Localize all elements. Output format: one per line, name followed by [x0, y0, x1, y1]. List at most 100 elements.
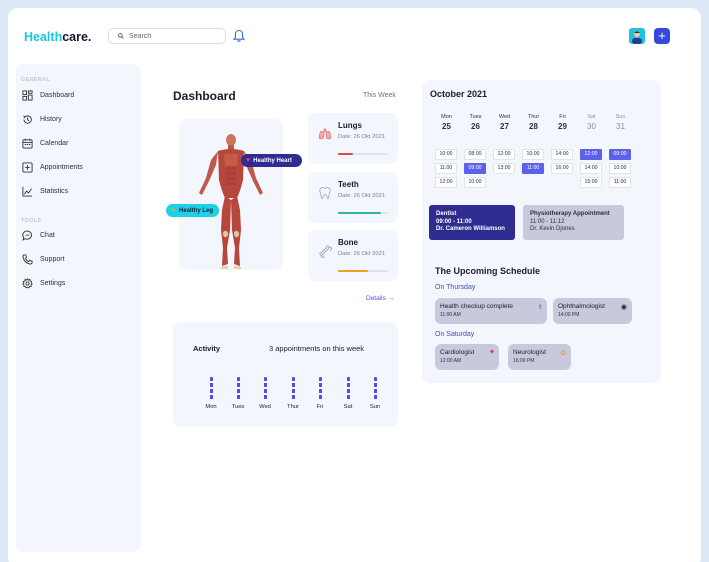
organ-progress-fill — [338, 212, 381, 214]
search-box[interactable] — [108, 28, 226, 44]
activity-day: Thur — [283, 377, 303, 410]
calendar-day-header[interactable]: Tues 26 — [461, 114, 490, 131]
sidebar-item-statistics[interactable]: Statistics — [22, 184, 68, 198]
statistics-icon — [22, 186, 33, 197]
dashboard-icon — [22, 89, 33, 101]
calendar-weekday: Wed — [498, 114, 511, 120]
time-slot[interactable]: 10:00 — [464, 177, 486, 188]
add-button[interactable]: + — [654, 28, 670, 44]
time-slot[interactable]: 10:00 — [435, 149, 457, 160]
organ-date: Date: 26 Okt 2021 — [338, 193, 386, 199]
time-slot[interactable]: 09:00 — [609, 149, 631, 160]
sidebar-item-calendar[interactable]: Calendar — [22, 136, 68, 150]
schedule-item-name: Health checkup complete — [440, 303, 513, 310]
sidebar-item-chat[interactable]: Chat — [22, 228, 55, 242]
calendar-date: 27 — [500, 122, 509, 131]
schedule-item[interactable]: Ophthalmologist 14:00 PM ◉ — [553, 298, 632, 324]
calendar-date: 29 — [558, 122, 567, 131]
time-slot[interactable]: 11:00 — [609, 177, 631, 188]
time-slot[interactable]: 13:00 — [493, 163, 515, 174]
heart-icon: ♥ — [246, 157, 251, 164]
healthy-leg-tag[interactable]: ✦ Healthy Leg — [166, 204, 219, 217]
activity-day-label: Thur — [287, 404, 299, 410]
time-slot[interactable]: 16:00 — [551, 163, 573, 174]
calendar-weekday: Thur — [527, 114, 540, 120]
activity-day-label: Sun — [369, 404, 381, 410]
sidebar-item-dashboard[interactable]: Dashboard — [22, 88, 74, 102]
organ-name: Bone — [338, 238, 358, 247]
time-slot[interactable]: 09:00 — [464, 163, 486, 174]
time-slot[interactable]: 10:00 — [609, 163, 631, 174]
avatar[interactable] — [629, 28, 645, 44]
schedule-item[interactable]: Cardiologist 12:00 AM ♥ — [435, 344, 499, 370]
organ-progress-track — [338, 153, 388, 155]
time-slot[interactable]: 10:00 — [522, 149, 544, 160]
sidebar-item-support[interactable]: Support — [22, 252, 65, 266]
time-slot[interactable]: 12:00 — [435, 177, 457, 188]
schedule-item-time: 11:00 AM — [440, 312, 461, 318]
calendar-date: 28 — [529, 122, 538, 131]
healthy-heart-label: Healthy Heart — [253, 157, 292, 164]
phone-icon — [22, 253, 33, 265]
activity-bar — [236, 377, 240, 401]
search-input[interactable] — [129, 32, 219, 40]
activity-bar — [291, 377, 295, 401]
time-slot[interactable]: 15:00 — [580, 177, 602, 188]
sidebar-section-general: GENERAL — [21, 77, 50, 83]
time-slot[interactable]: 14:00 — [551, 149, 573, 160]
organ-card-lungs[interactable]: Lungs Date: 26 Okt 2021 — [308, 113, 398, 164]
calendar-month: October 2021 — [430, 89, 488, 99]
activity-day-label: Mon — [205, 404, 217, 410]
activity-bar — [263, 377, 267, 401]
sidebar-item-label: Chat — [40, 231, 55, 239]
calendar-date: 25 — [442, 122, 451, 131]
sidebar: GENERAL Dashboard History Calendar Appoi… — [16, 64, 141, 552]
schedule-item[interactable]: Neurologist 16:00 PM ✿ — [508, 344, 571, 370]
sidebar-item-label: Support — [40, 255, 65, 263]
time-slot[interactable]: 11:00 — [435, 163, 457, 174]
chat-icon — [22, 230, 32, 241]
sidebar-item-settings[interactable]: Settings — [22, 276, 65, 290]
bell-icon[interactable] — [233, 29, 245, 43]
brand-logo[interactable]: Healthcare. — [24, 30, 91, 44]
period-selector[interactable]: This Week — [363, 92, 396, 99]
activity-day-label: Fri — [316, 404, 324, 410]
anatomy-figure — [199, 134, 263, 269]
calendar-day-header[interactable]: Sat 30 — [577, 114, 606, 131]
organ-card-teeth[interactable]: Teeth Date: 26 Okt 2021 — [308, 172, 398, 223]
stethoscope-icon: ⚕ — [538, 304, 542, 311]
sidebar-item-history[interactable]: History — [22, 112, 62, 126]
time-slot[interactable]: 08:00 — [464, 149, 486, 160]
appointment-time: 11:00 - 11:12 — [530, 218, 565, 225]
sidebar-section-tools: TOOLS — [21, 218, 42, 224]
calendar-date: 31 — [616, 122, 625, 131]
appointment-card-dentist[interactable]: Dentist 09:00 - 11:00 Dr. Cameron Willia… — [429, 205, 515, 240]
time-slot[interactable]: 11:00 — [522, 163, 544, 174]
calendar-weekday: Mon — [441, 114, 452, 120]
calendar-day-header[interactable]: Thur 28 — [519, 114, 548, 131]
sidebar-item-appointments[interactable]: Appointments — [22, 160, 83, 174]
schedule-item[interactable]: Health checkup complete 11:00 AM ⚕ — [435, 298, 547, 324]
eye-icon: ◉ — [620, 304, 627, 311]
calendar-date: 26 — [471, 122, 480, 131]
calendar-weekday: Sun — [615, 114, 626, 120]
healthy-heart-tag[interactable]: ♥ Healthy Heart — [241, 154, 302, 167]
calendar-day-header[interactable]: Sun 31 — [606, 114, 635, 131]
calendar-day-header[interactable]: Mon 25 — [432, 114, 461, 131]
calendar-date: 30 — [587, 122, 596, 131]
appointment-card-physiotherapy[interactable]: Physiotherapy Appointment 11:00 - 11:12 … — [523, 205, 624, 240]
time-slot[interactable]: 14:00 — [580, 163, 602, 174]
activity-day-label: Wed — [259, 404, 271, 410]
calendar-day-header[interactable]: Wed 27 — [490, 114, 519, 131]
details-link[interactable]: Details → — [366, 295, 394, 302]
history-icon — [23, 114, 32, 124]
activity-day: Sun — [365, 377, 385, 410]
appointments-icon — [22, 161, 33, 173]
time-slot[interactable]: 12:00 — [493, 149, 515, 160]
activity-day-label: Tues — [231, 404, 245, 410]
activity-bar — [318, 377, 322, 401]
organ-card-bone[interactable]: Bone Date: 26 Okt 2021 — [308, 230, 398, 281]
time-slot[interactable]: 12:00 — [580, 149, 602, 160]
calendar-day-header[interactable]: Fri 29 — [548, 114, 577, 131]
organ-name: Lungs — [338, 121, 362, 130]
